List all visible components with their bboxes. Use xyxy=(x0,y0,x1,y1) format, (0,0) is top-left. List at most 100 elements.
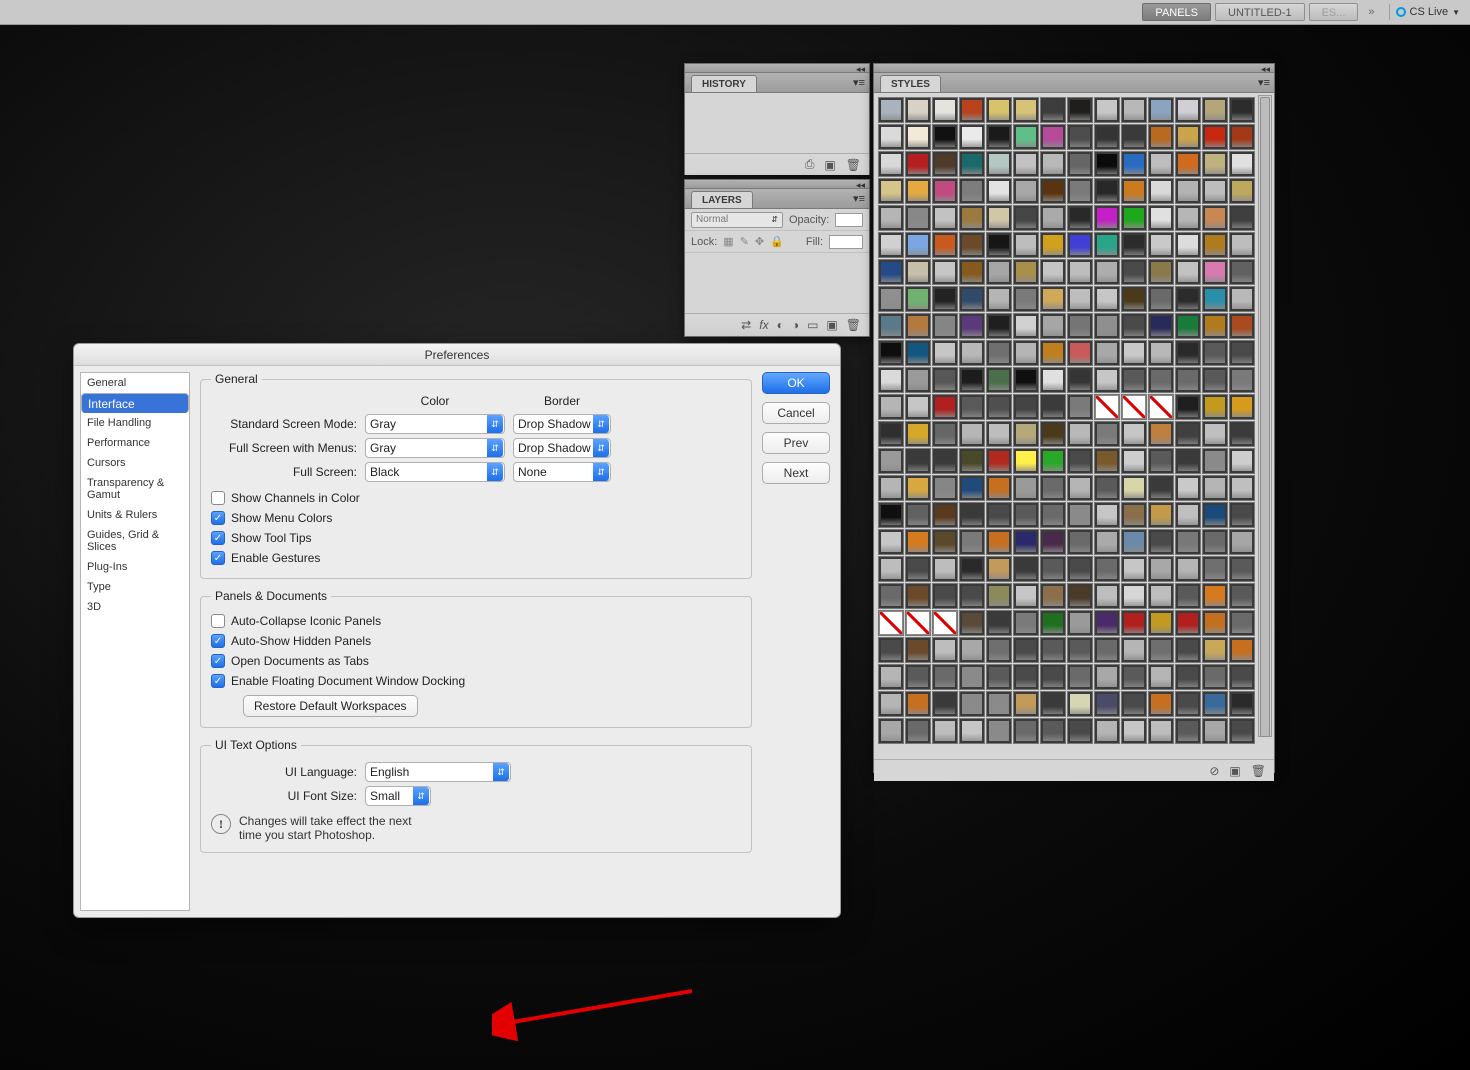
style-swatch[interactable] xyxy=(1229,205,1255,231)
style-swatch[interactable] xyxy=(1094,97,1120,123)
style-swatch[interactable] xyxy=(1202,259,1228,285)
style-swatch[interactable] xyxy=(905,340,931,366)
style-swatch[interactable] xyxy=(905,124,931,150)
border-select[interactable]: Drop Shadow⇵ xyxy=(513,414,611,434)
style-swatch[interactable] xyxy=(1067,556,1093,582)
style-swatch[interactable] xyxy=(905,529,931,555)
style-swatch[interactable] xyxy=(1148,286,1174,312)
style-swatch[interactable] xyxy=(986,151,1012,177)
style-swatch[interactable] xyxy=(1148,421,1174,447)
style-swatch[interactable] xyxy=(1202,421,1228,447)
next-button[interactable]: Next xyxy=(762,462,830,484)
style-swatch[interactable] xyxy=(1175,313,1201,339)
lock-transparency-icon[interactable]: ▦ xyxy=(723,235,733,248)
style-swatch[interactable] xyxy=(1040,475,1066,501)
style-swatch[interactable] xyxy=(1202,367,1228,393)
mask-icon[interactable]: ◐ xyxy=(777,318,784,332)
tab-history[interactable]: HISTORY xyxy=(691,75,757,92)
style-swatch[interactable] xyxy=(1121,178,1147,204)
style-swatch[interactable] xyxy=(1121,259,1147,285)
no-style-icon[interactable]: ⊘ xyxy=(1209,764,1219,778)
style-swatch[interactable] xyxy=(1094,124,1120,150)
style-swatch[interactable] xyxy=(1040,583,1066,609)
style-swatch[interactable] xyxy=(1013,394,1039,420)
style-swatch[interactable] xyxy=(959,97,985,123)
style-swatch[interactable] xyxy=(1202,610,1228,636)
style-swatch[interactable] xyxy=(932,259,958,285)
style-swatch[interactable] xyxy=(932,367,958,393)
style-swatch[interactable] xyxy=(1013,664,1039,690)
style-swatch[interactable] xyxy=(1175,151,1201,177)
style-swatch[interactable] xyxy=(1175,286,1201,312)
panel-menu-icon[interactable]: ▾≡ xyxy=(1258,76,1270,89)
style-swatch[interactable] xyxy=(905,556,931,582)
style-swatch[interactable] xyxy=(959,448,985,474)
style-swatch[interactable] xyxy=(878,448,904,474)
style-swatch[interactable] xyxy=(1121,610,1147,636)
style-swatch[interactable] xyxy=(1013,691,1039,717)
style-swatch[interactable] xyxy=(959,583,985,609)
style-swatch[interactable] xyxy=(1094,610,1120,636)
style-swatch[interactable] xyxy=(1229,97,1255,123)
style-swatch[interactable] xyxy=(1229,286,1255,312)
style-swatch[interactable] xyxy=(1013,124,1039,150)
style-swatch[interactable] xyxy=(1229,691,1255,717)
style-swatch[interactable] xyxy=(1040,556,1066,582)
style-swatch[interactable] xyxy=(1094,664,1120,690)
trash-icon[interactable]: 🗑 xyxy=(1251,764,1266,778)
style-swatch[interactable] xyxy=(986,178,1012,204)
style-swatch[interactable] xyxy=(1094,637,1120,663)
style-swatch[interactable] xyxy=(1175,124,1201,150)
style-swatch[interactable] xyxy=(1121,556,1147,582)
style-swatch[interactable] xyxy=(1040,232,1066,258)
style-swatch[interactable] xyxy=(986,610,1012,636)
style-swatch[interactable] xyxy=(878,205,904,231)
style-swatch[interactable] xyxy=(1175,178,1201,204)
style-swatch[interactable] xyxy=(1067,286,1093,312)
style-swatch[interactable] xyxy=(1229,421,1255,447)
style-swatch[interactable] xyxy=(1094,718,1120,744)
style-swatch[interactable] xyxy=(905,367,931,393)
style-swatch[interactable] xyxy=(1013,367,1039,393)
style-swatch[interactable] xyxy=(986,502,1012,528)
ok-button[interactable]: OK xyxy=(762,372,830,394)
style-swatch[interactable] xyxy=(1013,448,1039,474)
style-swatch[interactable] xyxy=(1148,124,1174,150)
style-swatch[interactable] xyxy=(1148,367,1174,393)
style-swatch[interactable] xyxy=(1148,313,1174,339)
style-swatch[interactable] xyxy=(932,691,958,717)
style-swatch[interactable] xyxy=(1202,151,1228,177)
new-layer-icon[interactable]: ▣ xyxy=(826,318,837,332)
style-swatch[interactable] xyxy=(1013,259,1039,285)
style-swatch[interactable] xyxy=(959,340,985,366)
style-swatch[interactable] xyxy=(1202,205,1228,231)
style-swatch[interactable] xyxy=(1202,286,1228,312)
style-swatch[interactable] xyxy=(986,637,1012,663)
style-swatch[interactable] xyxy=(1094,448,1120,474)
style-swatch[interactable] xyxy=(1094,529,1120,555)
style-swatch[interactable] xyxy=(986,124,1012,150)
style-swatch[interactable] xyxy=(1202,232,1228,258)
style-swatch[interactable] xyxy=(959,475,985,501)
style-swatch[interactable] xyxy=(905,502,931,528)
style-swatch[interactable] xyxy=(1067,421,1093,447)
style-swatch[interactable] xyxy=(959,421,985,447)
category-item[interactable]: File Handling xyxy=(81,413,189,433)
workspace-button[interactable]: ES... xyxy=(1309,3,1359,21)
style-swatch[interactable] xyxy=(932,664,958,690)
style-swatch[interactable] xyxy=(878,124,904,150)
trash-icon[interactable]: 🗑 xyxy=(846,158,861,172)
style-swatch[interactable] xyxy=(905,610,931,636)
style-swatch[interactable] xyxy=(1148,232,1174,258)
style-swatch[interactable] xyxy=(986,367,1012,393)
style-swatch[interactable] xyxy=(1202,394,1228,420)
style-swatch[interactable] xyxy=(1013,178,1039,204)
style-swatch[interactable] xyxy=(1121,367,1147,393)
category-item[interactable]: Units & Rulers xyxy=(81,505,189,525)
style-swatch[interactable] xyxy=(1013,583,1039,609)
style-swatch[interactable] xyxy=(1013,718,1039,744)
style-swatch[interactable] xyxy=(1094,205,1120,231)
style-swatch[interactable] xyxy=(905,475,931,501)
style-swatch[interactable] xyxy=(1148,340,1174,366)
style-swatch[interactable] xyxy=(959,556,985,582)
